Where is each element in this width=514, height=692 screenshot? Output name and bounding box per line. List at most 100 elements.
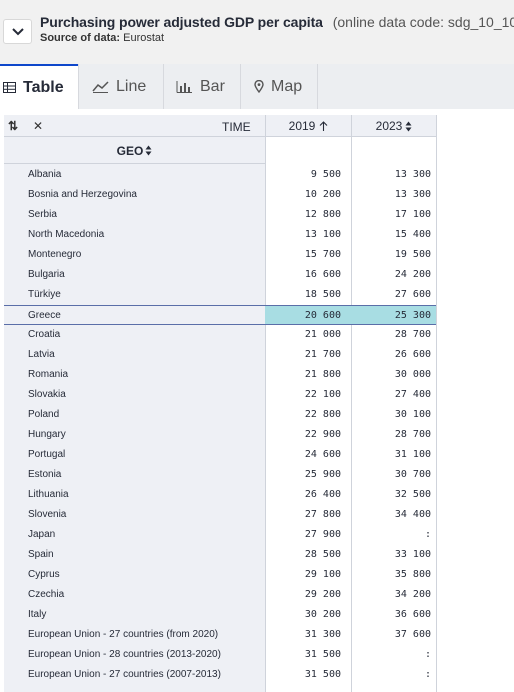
geo-cell: Montenegro (28, 249, 82, 260)
tab-divider (240, 64, 241, 109)
table-row[interactable]: Latvia 21 700 26 600 (4, 345, 436, 365)
data-table: ⇅ ✕ TIME 2019 2023 GEO Albania 9 500 13 30… (0, 109, 514, 692)
line-chart-icon (92, 80, 109, 93)
geo-cell: Bulgaria (28, 269, 65, 280)
value-cell-2023: 33 100 (394, 549, 431, 560)
table-icon (3, 82, 16, 93)
table-row[interactable]: Cyprus 29 100 35 800 (4, 565, 436, 585)
geo-cell: Hungary (28, 429, 66, 440)
value-cell-2023: : (424, 669, 431, 680)
tab-label-bar: Bar (200, 77, 225, 95)
geo-cell: Croatia (28, 329, 61, 340)
source-value: Eurostat (123, 32, 165, 44)
time-label: TIME (222, 120, 251, 134)
source-label: Source of data: (40, 32, 121, 44)
tab-label-line: Line (116, 77, 147, 95)
tab-map[interactable]: Map (254, 64, 302, 109)
value-cell-2019: 22 800 (304, 409, 341, 420)
geo-cell: Italy (28, 609, 47, 620)
map-pin-icon (254, 80, 264, 93)
value-cell-2019: 25 900 (304, 469, 341, 480)
table-row[interactable]: Bosnia and Herzegovina 10 200 13 300 (4, 185, 436, 205)
table-row[interactable]: Greece 20 600 25 300 (4, 305, 436, 325)
value-cell-2019: 26 400 (304, 489, 341, 500)
value-cell-2019: 12 800 (304, 209, 341, 220)
table-row[interactable]: Japan 27 900: (4, 525, 436, 545)
table-row[interactable]: Hungary 22 900 28 700 (4, 425, 436, 445)
title-line: Purchasing power adjusted GDP per capita… (40, 14, 514, 30)
geo-header[interactable]: GEO (4, 138, 265, 164)
value-cell-2023: 17 100 (394, 209, 431, 220)
value-cell-2019: 21 700 (304, 349, 341, 360)
table-row[interactable]: Croatia 21 000 28 700 (4, 325, 436, 345)
value-cell-2023: : (424, 649, 431, 660)
value-cell-2023: 34 400 (394, 509, 431, 520)
table-row[interactable]: Lithuania 26 400 32 500 (4, 485, 436, 505)
tab-line[interactable]: Line (92, 64, 146, 109)
table-row[interactable]: Bulgaria 16 600 24 200 (4, 265, 436, 285)
tab-label-map: Map (271, 77, 303, 95)
value-cell-2019: 31 300 (304, 629, 341, 640)
table-row[interactable]: Serbia 12 800 17 100 (4, 205, 436, 225)
table-row[interactable]: North Macedonia 13 100 15 400 (4, 225, 436, 245)
table-row[interactable]: Estonia 25 900 30 700 (4, 465, 436, 485)
value-cell-2019: 30 200 (304, 609, 341, 620)
geo-cell: Romania (28, 369, 69, 380)
value-cell-2019: 27 900 (304, 529, 341, 540)
geo-cell: European Union - 27 countries (from 2020… (28, 629, 219, 640)
table-row[interactable]: Romania 21 800 30 000 (4, 365, 436, 385)
sort-icon[interactable]: ⇅ (8, 119, 18, 133)
tab-bar[interactable]: Bar (176, 64, 225, 109)
chevron-down-icon (11, 27, 24, 35)
value-cell-2023: 15 400 (394, 229, 431, 240)
table-row[interactable]: Montenegro 15 700 19 500 (4, 245, 436, 265)
table-row[interactable]: Spain 28 500 33 100 (4, 545, 436, 565)
sort-toggle-icon (405, 121, 412, 131)
value-cell-2023: 28 700 (394, 329, 431, 340)
value-cell-2023: 19 500 (394, 249, 431, 260)
value-cell-2023: 34 200 (394, 589, 431, 600)
geo-cell: European Union - 27 countries (2007-2013… (28, 669, 221, 680)
column-header-2019[interactable]: 2019 (265, 115, 351, 137)
value-cell-2019: 29 200 (304, 589, 341, 600)
value-cell-2023: 13 300 (394, 189, 431, 200)
value-cell-2023: 30 700 (394, 469, 431, 480)
tab-table[interactable]: Table (0, 64, 78, 109)
table-row[interactable]: Slovakia 22 100 27 400 (4, 385, 436, 405)
geo-cell: Lithuania (28, 489, 69, 500)
collapse-button[interactable] (3, 19, 32, 44)
value-cell-2019: 22 900 (304, 429, 341, 440)
geo-cell: Cyprus (28, 569, 60, 580)
expand-icon[interactable]: ✕ (33, 119, 43, 133)
geo-cell: Türkiye (28, 289, 61, 300)
table-row[interactable]: European Union - 27 countries (from 2020… (4, 625, 436, 645)
bar-chart-icon (176, 80, 193, 93)
value-cell-2023: 27 400 (394, 389, 431, 400)
value-cell-2023: 25 300 (394, 310, 431, 321)
table-row[interactable]: European Union - 27 countries (2007-2013… (4, 665, 436, 685)
table-row[interactable]: European Union - 28 countries (2013-2020… (4, 645, 436, 665)
sort-toggle-icon (145, 145, 152, 156)
geo-cell: Serbia (28, 209, 57, 220)
column-header-2023[interactable]: 2023 (351, 115, 437, 137)
geo-cell: Japan (28, 529, 56, 540)
value-cell-2019: 24 600 (304, 449, 341, 460)
arrow-up-icon (319, 120, 328, 131)
table-row[interactable]: Poland 22 800 30 100 (4, 405, 436, 425)
value-cell-2019: 9 500 (310, 169, 341, 180)
table-row[interactable]: Türkiye 18 500 27 600 (4, 285, 436, 305)
tab-divider (78, 64, 79, 109)
table-row[interactable]: Slovenia 27 800 34 400 (4, 505, 436, 525)
value-cell-2019: 27 800 (304, 509, 341, 520)
table-row[interactable]: Italy 30 200 36 600 (4, 605, 436, 625)
value-cell-2019: 18 500 (304, 289, 341, 300)
geo-cell: Portugal (28, 449, 66, 460)
table-row[interactable]: Czechia 29 200 34 200 (4, 585, 436, 605)
geo-header-label: GEO (116, 143, 144, 158)
value-cell-2023: 13 300 (394, 169, 431, 180)
dataset-header: Purchasing power adjusted GDP per capita… (0, 0, 514, 64)
value-cell-2023: 30 100 (394, 409, 431, 420)
value-cell-2019: 21 000 (304, 329, 341, 340)
table-row[interactable]: Portugal 24 600 31 100 (4, 445, 436, 465)
table-row[interactable]: Albania 9 500 13 300 (4, 165, 436, 185)
